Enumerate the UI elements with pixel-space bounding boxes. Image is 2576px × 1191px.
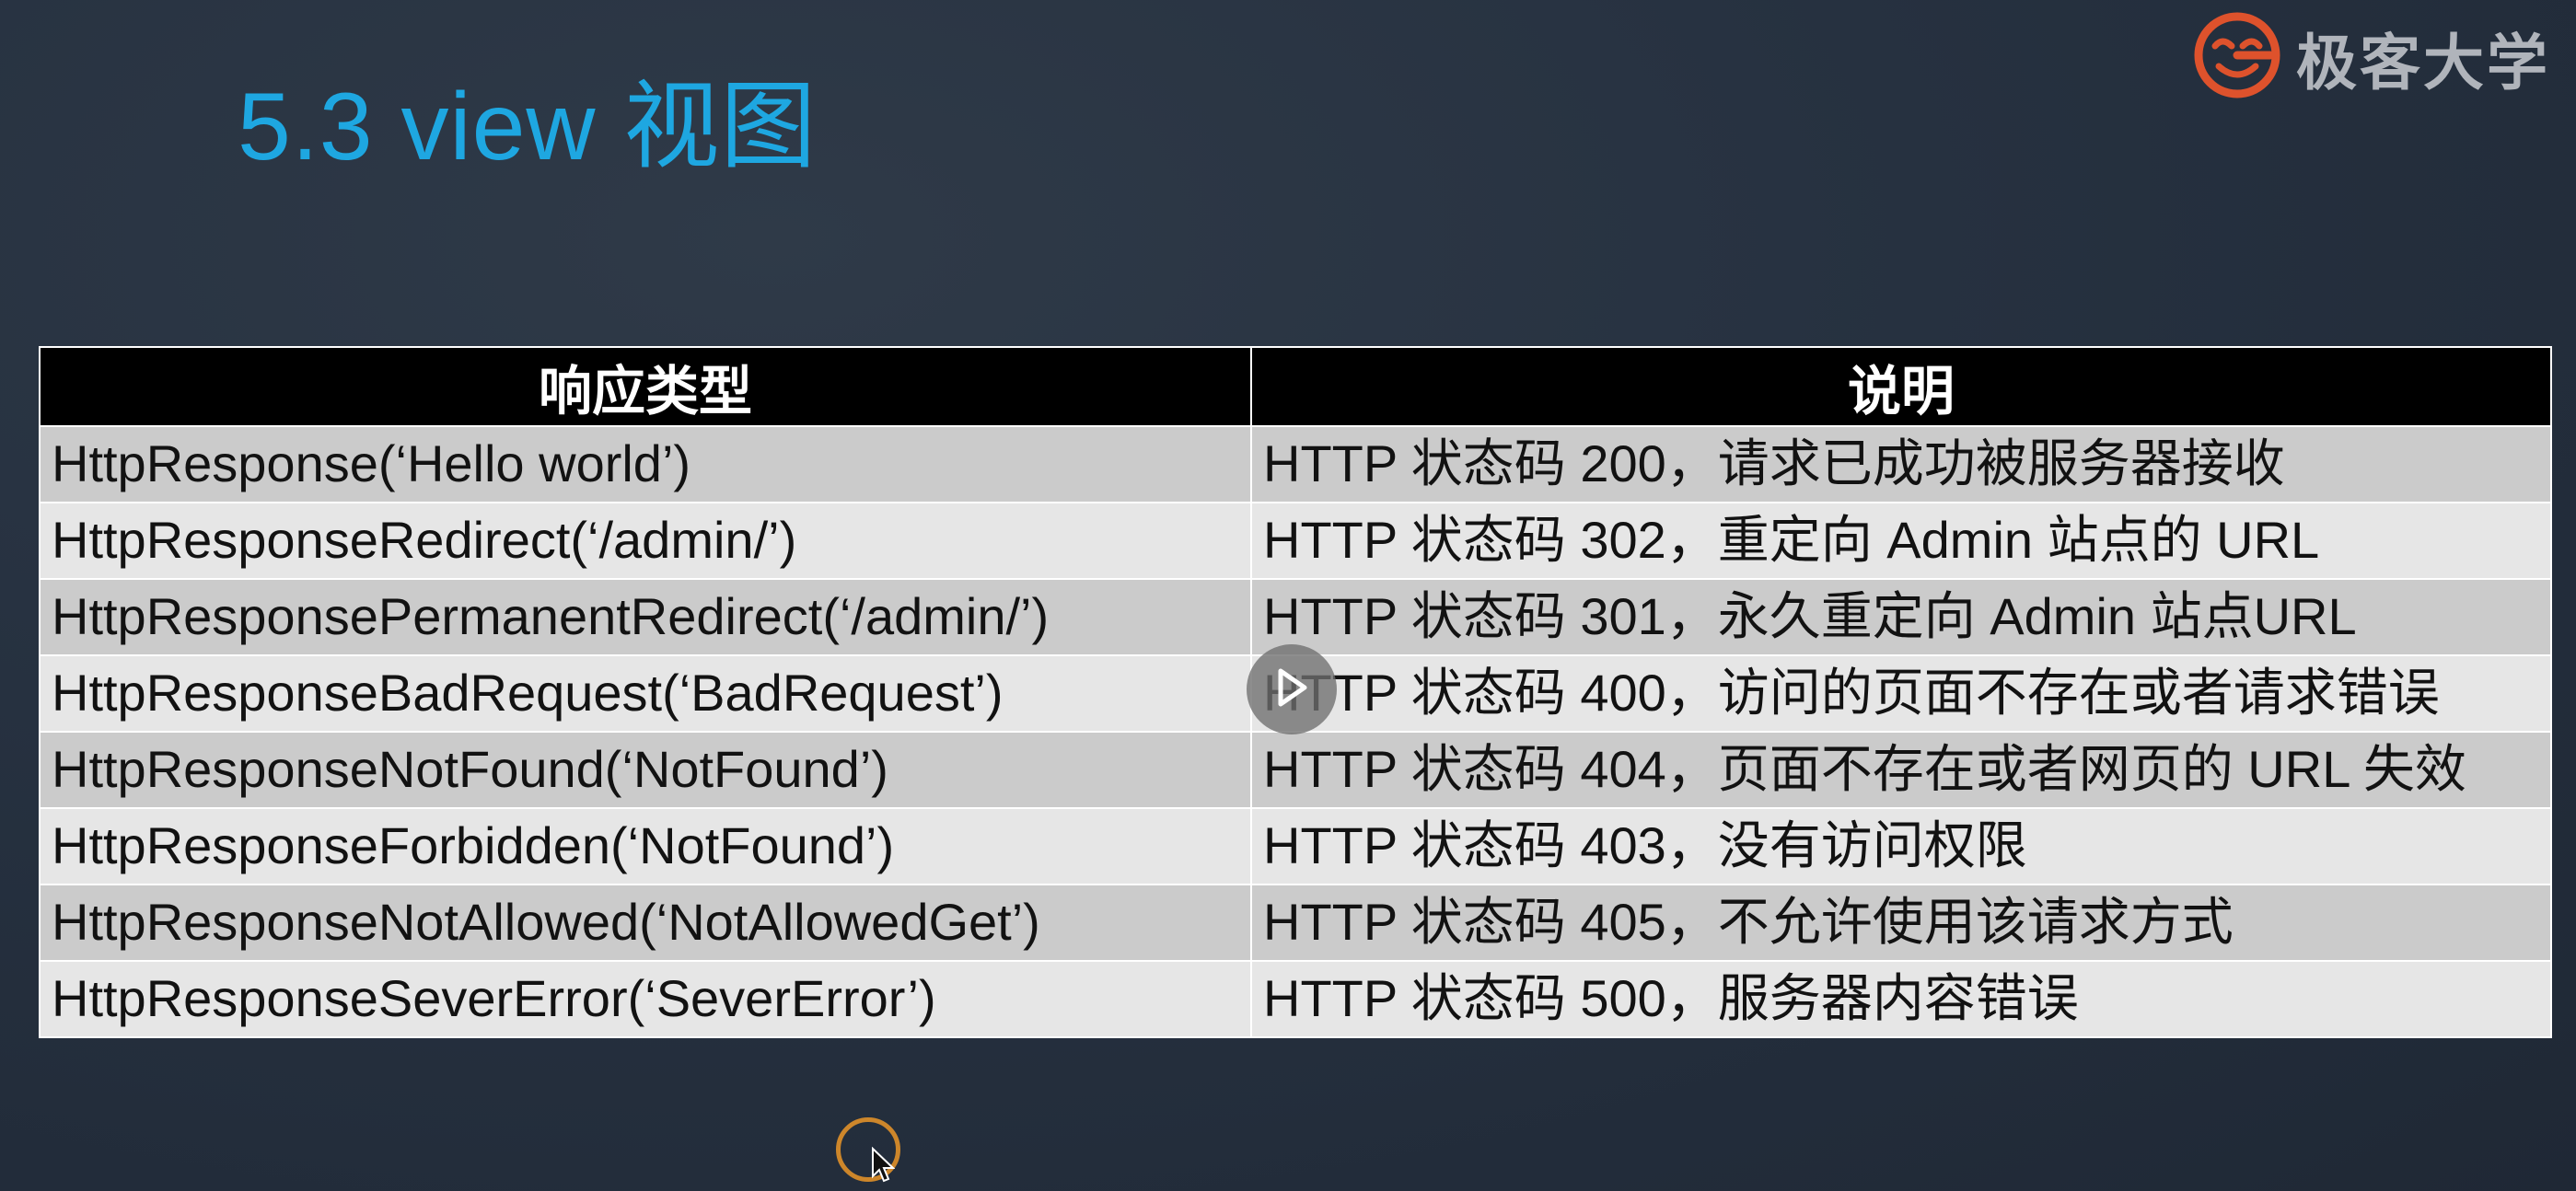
geek-university-logo-icon: [2191, 9, 2283, 106]
table-row: HttpResponseRedirect(‘/admin/’) HTTP 状态码…: [39, 502, 2552, 580]
description-cell: HTTP 状态码 500，服务器内容错误: [1250, 960, 2552, 1038]
response-type-cell: HttpResponseNotFound(‘NotFound’): [39, 731, 1252, 809]
table-header-row: 响应类型 说明: [39, 346, 2552, 427]
description-cell: HTTP 状态码 405，不允许使用该请求方式: [1250, 884, 2552, 962]
brand-logo: 极客大学: [2191, 9, 2550, 106]
table-row: HttpResponseNotFound(‘NotFound’) HTTP 状态…: [39, 731, 2552, 809]
response-type-cell: HttpResponseRedirect(‘/admin/’): [39, 502, 1252, 580]
description-cell: HTTP 状态码 404，页面不存在或者网页的 URL 失效: [1250, 731, 2552, 809]
column-header-description: 说明: [1250, 346, 2552, 427]
response-type-cell: HttpResponse(‘Hello world’): [39, 425, 1252, 503]
column-header-response-type: 响应类型: [39, 346, 1252, 427]
slide-title: 5.3 view 视图: [238, 74, 818, 180]
description-cell: HTTP 状态码 400，访问的页面不存在或者请求错误: [1250, 654, 2552, 733]
description-cell: HTTP 状态码 301，永久重定向 Admin 站点URL: [1250, 578, 2552, 656]
table-row: HttpResponse(‘Hello world’) HTTP 状态码 200…: [39, 425, 2552, 503]
response-type-cell: HttpResponseBadRequest(‘BadRequest’): [39, 654, 1252, 733]
table-row: HttpResponseNotAllowed(‘NotAllowedGet’) …: [39, 884, 2552, 962]
response-type-cell: HttpResponseForbidden(‘NotFound’): [39, 807, 1252, 885]
video-play-button[interactable]: [1247, 644, 1337, 734]
description-cell: HTTP 状态码 200，请求已成功被服务器接收: [1250, 425, 2552, 503]
response-type-cell: HttpResponseNotAllowed(‘NotAllowedGet’): [39, 884, 1252, 962]
table-row: HttpResponseForbidden(‘NotFound’) HTTP 状…: [39, 807, 2552, 885]
mouse-cursor-icon: [871, 1146, 896, 1188]
table-row: HttpResponseSeverError(‘SeverError’) HTT…: [39, 960, 2552, 1038]
description-cell: HTTP 状态码 302，重定向 Admin 站点的 URL: [1250, 502, 2552, 580]
response-type-cell: HttpResponsePermanentRedirect(‘/admin/’): [39, 578, 1252, 656]
play-icon: [1273, 667, 1310, 712]
brand-name: 极客大学: [2296, 28, 2550, 97]
description-cell: HTTP 状态码 403，没有访问权限: [1250, 807, 2552, 885]
response-type-cell: HttpResponseSeverError(‘SeverError’): [39, 960, 1252, 1038]
